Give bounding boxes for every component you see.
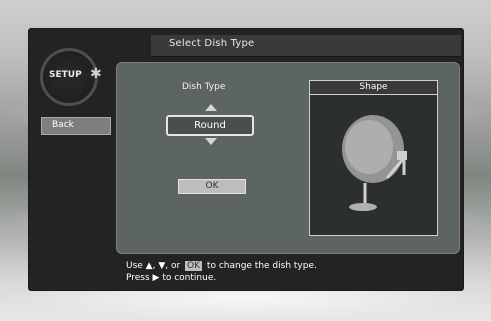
help-line-2: Press ▶ to continue. [126, 273, 217, 283]
arrow-up-icon[interactable] [205, 104, 217, 111]
ok-button-label: OK [205, 181, 219, 191]
shape-header: Shape [309, 80, 438, 95]
ok-key-hint: OK [185, 261, 203, 271]
shape-label: Shape [359, 82, 388, 92]
help-line-1: Use ▲, ▼, or OK to change the dish type. [126, 261, 317, 271]
ok-button[interactable]: OK [178, 179, 246, 194]
help-line-1-prefix: Use ▲, ▼, or [126, 261, 181, 271]
gear-icon: ✱ [90, 66, 102, 82]
back-button[interactable]: Back [41, 117, 111, 135]
help-line-1-suffix: to change the dish type. [206, 261, 317, 271]
dish-type-selector[interactable]: Round [166, 115, 254, 136]
satellite-dish-icon [342, 115, 407, 211]
dish-type-value: Round [194, 120, 226, 131]
setup-logo-text: SETUP [49, 70, 82, 80]
dish-type-label: Dish Type [182, 82, 226, 92]
arrow-down-icon[interactable] [205, 138, 217, 145]
page-title: Select Dish Type [169, 38, 255, 49]
back-button-label: Back [52, 120, 74, 130]
